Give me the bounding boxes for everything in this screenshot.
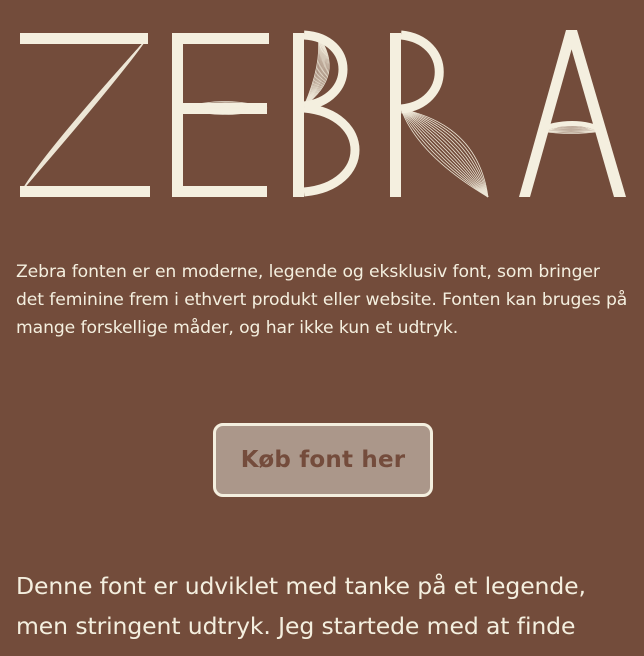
- zebra-logo-art: [20, 30, 626, 198]
- intro-paragraph: Zebra fonten er en moderne, legende og e…: [16, 262, 628, 338]
- lead-line-2: men stringent udtryk. Jeg startede med a…: [16, 612, 576, 640]
- buy-font-button[interactable]: Køb font her: [213, 423, 433, 497]
- lead-line-1: Denne font er udviklet med tanke på et l…: [16, 572, 586, 600]
- lead-paragraph: Denne font er udviklet med tanke på et l…: [16, 566, 636, 646]
- zebra-logo: [0, 0, 644, 220]
